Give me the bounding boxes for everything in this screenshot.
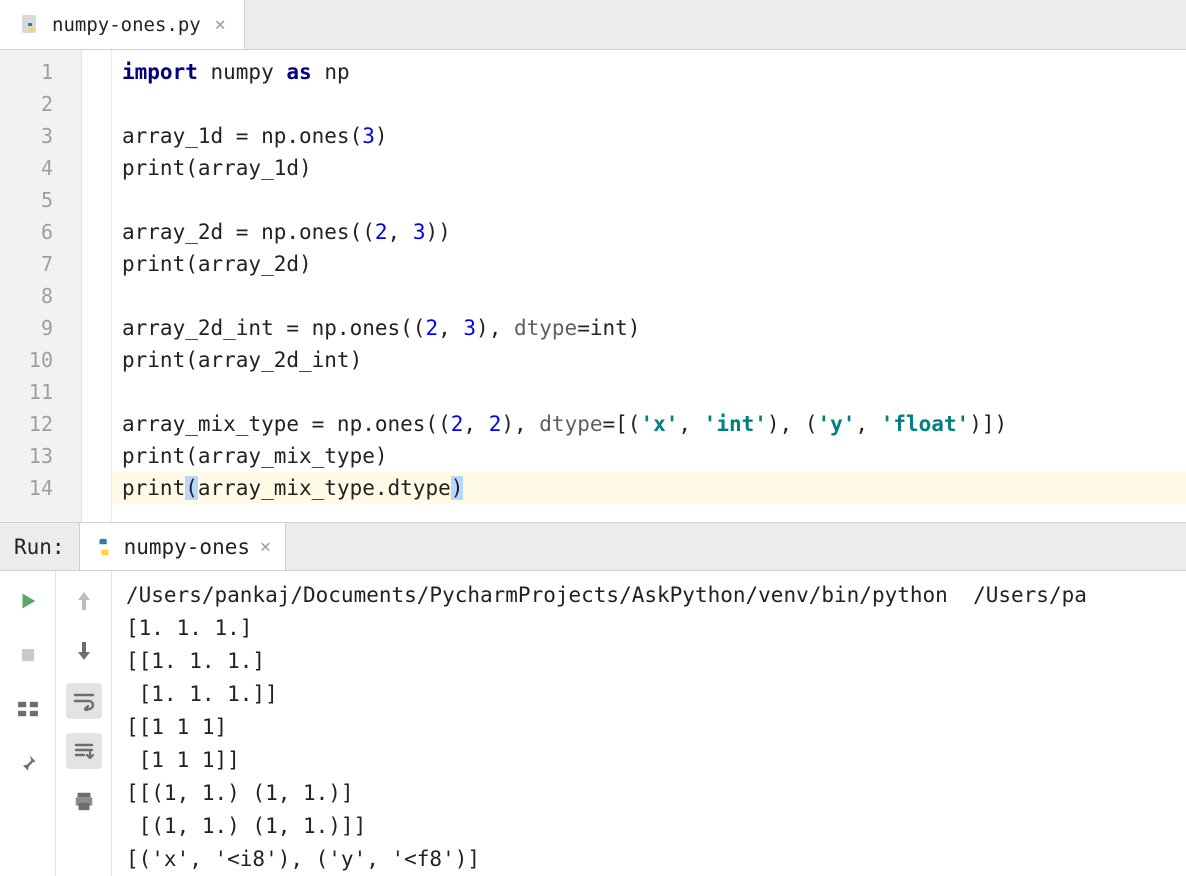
code-line[interactable] — [122, 184, 1186, 216]
code-line[interactable] — [122, 376, 1186, 408]
file-tab-label: numpy-ones.py — [52, 14, 201, 36]
close-run-tab-icon[interactable]: ✕ — [260, 536, 271, 557]
line-number: 10 — [0, 344, 81, 376]
run-toolbar-right — [56, 571, 112, 876]
editor-margin — [82, 50, 112, 522]
code-line[interactable]: array_2d_int = np.ones((2, 3), dtype=int… — [122, 312, 1186, 344]
code-line[interactable]: print(array_2d) — [122, 248, 1186, 280]
console-line: [1 1 1]] — [126, 744, 1186, 777]
line-number: 12 — [0, 408, 81, 440]
line-number: 3 — [0, 120, 81, 152]
line-number: 2 — [0, 88, 81, 120]
run-config-tab[interactable]: numpy-ones ✕ — [79, 523, 286, 570]
editor-tab-bar: numpy-ones.py ✕ — [0, 0, 1186, 50]
console-line: [('x', '<i8'), ('y', '<f8')] — [126, 843, 1186, 876]
line-number: 1 — [0, 56, 81, 88]
console-output[interactable]: /Users/pankaj/Documents/PycharmProjects/… — [112, 571, 1186, 876]
line-number: 8 — [0, 280, 81, 312]
layout-button[interactable] — [10, 691, 46, 727]
close-tab-icon[interactable]: ✕ — [211, 14, 230, 35]
code-area[interactable]: import numpy as np array_1d = np.ones(3)… — [112, 50, 1186, 522]
console-line: [[1. 1. 1.] — [126, 645, 1186, 678]
line-number: 6 — [0, 216, 81, 248]
scroll-to-end-button[interactable] — [66, 733, 102, 769]
line-number: 11 — [0, 376, 81, 408]
run-config-name: numpy-ones — [124, 535, 250, 559]
code-line[interactable]: print(array_mix_type.dtype) — [112, 472, 1186, 504]
code-editor[interactable]: 1234567891011121314 import numpy as np a… — [0, 50, 1186, 522]
line-number-gutter: 1234567891011121314 — [0, 50, 82, 522]
run-header: Run: numpy-ones ✕ — [0, 523, 1186, 571]
up-arrow-button[interactable] — [66, 583, 102, 619]
code-line[interactable] — [122, 88, 1186, 120]
stop-button[interactable] — [10, 637, 46, 673]
run-label: Run: — [14, 535, 65, 559]
console-line: [[1 1 1] — [126, 711, 1186, 744]
down-arrow-button[interactable] — [66, 633, 102, 669]
code-line[interactable]: print(array_1d) — [122, 152, 1186, 184]
line-number: 5 — [0, 184, 81, 216]
code-line[interactable]: array_2d = np.ones((2, 3)) — [122, 216, 1186, 248]
line-number: 4 — [0, 152, 81, 184]
pin-button[interactable] — [10, 745, 46, 781]
rerun-button[interactable] — [10, 583, 46, 619]
line-number: 9 — [0, 312, 81, 344]
line-number: 13 — [0, 440, 81, 472]
run-tool-window: Run: numpy-ones ✕ — [0, 522, 1186, 876]
console-line: /Users/pankaj/Documents/PycharmProjects/… — [126, 579, 1186, 612]
run-toolbar-left — [0, 571, 56, 876]
print-button[interactable] — [66, 783, 102, 819]
python-file-icon — [20, 14, 42, 36]
python-run-icon — [94, 537, 114, 557]
file-tab[interactable]: numpy-ones.py ✕ — [0, 0, 245, 49]
console-line: [1. 1. 1.]] — [126, 678, 1186, 711]
code-line[interactable]: import numpy as np — [122, 56, 1186, 88]
code-line[interactable]: print(array_mix_type) — [122, 440, 1186, 472]
line-number: 14 — [0, 472, 81, 504]
code-line[interactable] — [122, 280, 1186, 312]
code-line[interactable]: array_1d = np.ones(3) — [122, 120, 1186, 152]
code-line[interactable]: array_mix_type = np.ones((2, 2), dtype=[… — [122, 408, 1186, 440]
code-line[interactable]: print(array_2d_int) — [122, 344, 1186, 376]
console-line: [(1, 1.) (1, 1.)]] — [126, 810, 1186, 843]
console-line: [[(1, 1.) (1, 1.)] — [126, 777, 1186, 810]
console-line: [1. 1. 1.] — [126, 612, 1186, 645]
run-body: /Users/pankaj/Documents/PycharmProjects/… — [0, 571, 1186, 876]
line-number: 7 — [0, 248, 81, 280]
soft-wrap-button[interactable] — [66, 683, 102, 719]
